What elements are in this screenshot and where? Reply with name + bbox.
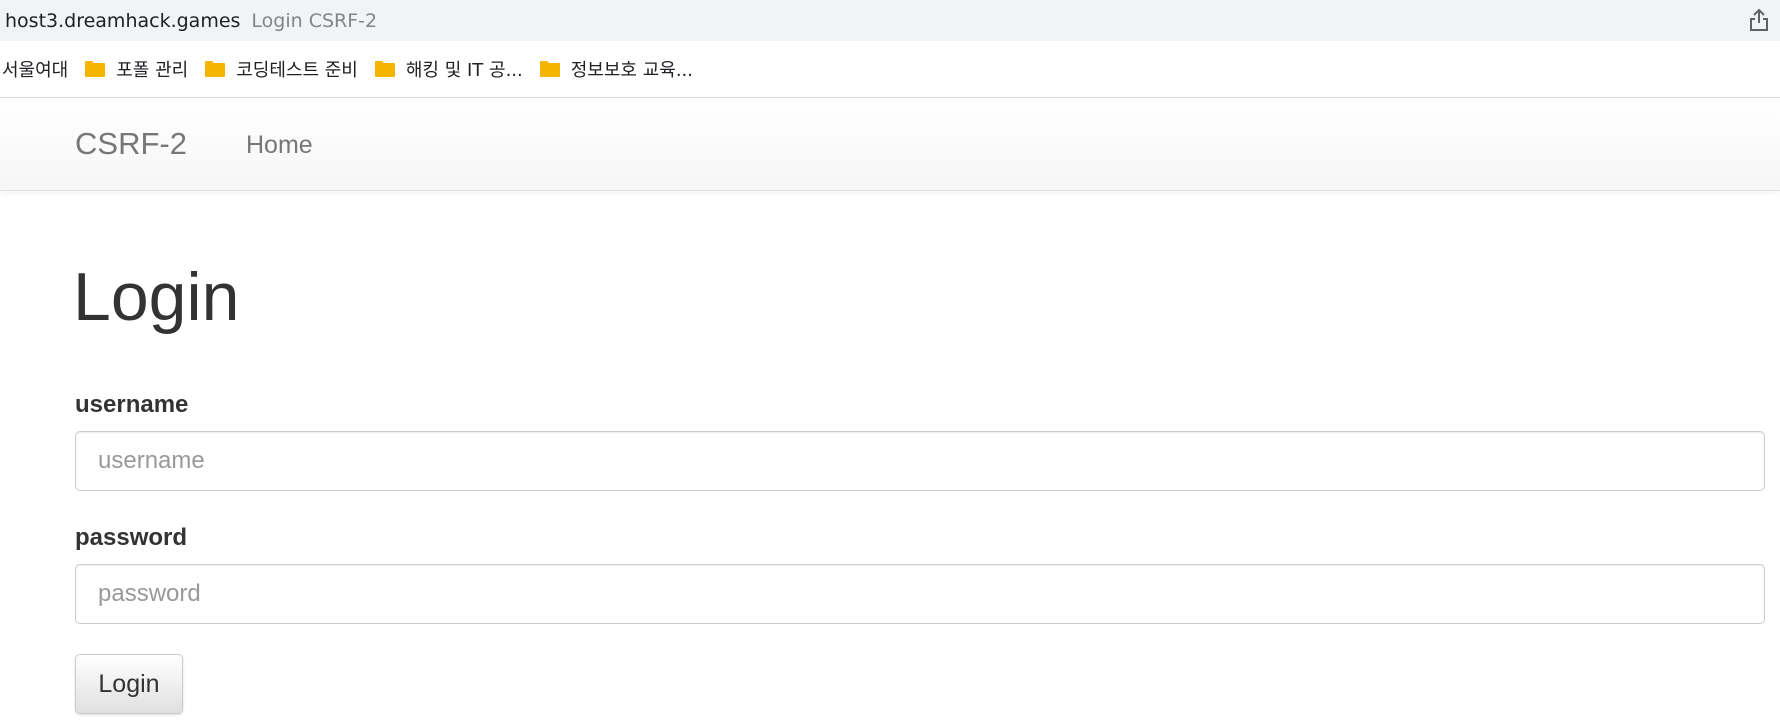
tab-title: Login CSRF-2 [251,9,378,32]
password-label: password [75,524,188,551]
bookmark-seoul-womens-univ[interactable]: 서울여대 [2,56,68,82]
bookmark-label: 서울여대 [2,60,69,81]
bookmark-label: 정보보호 교육... [570,60,693,81]
username-input[interactable] [75,431,1765,491]
bookmark-label: 해킹 및 IT 공... [405,60,523,81]
navbar-brand[interactable]: CSRF-2 [75,126,187,162]
bookmark-label: 포폴 관리 [116,60,189,81]
share-icon[interactable] [1748,8,1770,32]
folder-icon [374,61,395,77]
folder-icon [205,61,226,77]
page-title: Login [73,259,240,335]
username-label: username [75,391,189,418]
url-text[interactable]: host3.dreamhack.games [5,10,240,32]
address-bar[interactable]: host3.dreamhack.games Login CSRF-2 [0,0,1780,41]
bookmarks-bar: 서울여대 포폴 관리 코딩테스트 준비 해킹 및 IT 공... 정보보호 교육… [0,41,1780,98]
folder-icon [85,61,106,77]
login-button[interactable]: Login [75,654,183,714]
folder-icon [539,61,560,77]
bookmark-folder-hacking-it[interactable]: 해킹 및 IT 공... [374,56,523,82]
nav-home-link[interactable]: Home [246,131,313,160]
bookmark-folder-infosec-edu[interactable]: 정보보호 교육... [539,56,693,82]
bookmark-folder-coding-test[interactable]: 코딩테스트 준비 [204,56,358,82]
password-input[interactable] [75,564,1765,624]
bookmark-folder-portfolio[interactable]: 포폴 관리 [84,56,188,82]
bookmark-label: 코딩테스트 준비 [236,60,358,81]
site-navbar: CSRF-2 Home [0,98,1780,191]
